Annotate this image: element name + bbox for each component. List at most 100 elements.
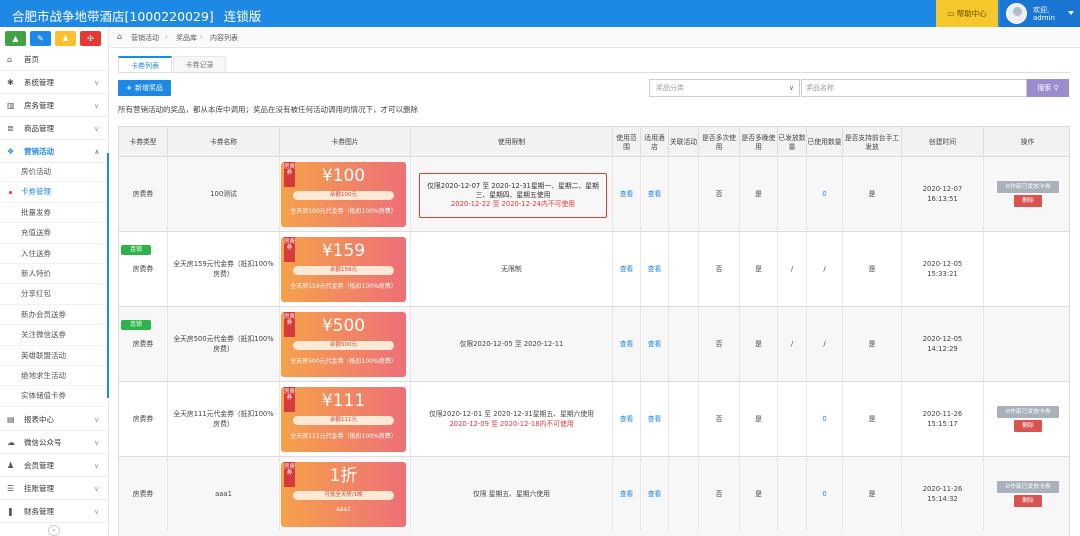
tab-coupon-records[interactable]: 卡券记录 [173, 56, 226, 73]
col-header-hotel: 适用酒店 [641, 127, 669, 158]
active-submenu-bar [107, 153, 109, 398]
cell-multi-use: 否 [699, 307, 740, 381]
user-menu[interactable]: 欢迎, admin [1000, 0, 1080, 27]
delete-button[interactable]: 删除 [1014, 420, 1042, 432]
cell-limit: 仅限2020-12-01 至 2020-12-31星期五、星期六使用 2020-1… [411, 382, 613, 456]
cell-used[interactable]: 0 [807, 157, 843, 231]
view-scope-link[interactable]: 查看 [620, 339, 634, 349]
category-select[interactable]: 奖品分类 ∨ [649, 79, 800, 97]
view-scope-link[interactable]: 查看 [620, 489, 634, 499]
sidebar-item-label: 商品管理 [24, 124, 54, 133]
sidebar-item-rooms[interactable]: ▥ 房务管理 ∨ [0, 95, 109, 117]
coupon-image: 房费券 ¥500 余额500元 全天房500元代金券（抵扣100%房费） [281, 312, 406, 377]
prize-name-input[interactable]: 奖品名称 [801, 79, 1027, 97]
sidebar-subitem[interactable]: 入住送券 [0, 244, 109, 264]
chevron-down-icon: ∨ [94, 79, 100, 87]
chevron-left-icon: « [52, 527, 56, 534]
quick-button-share[interactable]: ✣ [80, 31, 101, 46]
view-scope-link[interactable]: 查看 [620, 264, 634, 274]
gift-icon: ❖ [7, 147, 15, 156]
cell-issued: / [778, 307, 807, 381]
cell-name: aaa1 [168, 457, 280, 531]
add-prize-button[interactable]: + 新增奖品 [118, 80, 171, 96]
quick-button-users[interactable]: ♟ [55, 31, 76, 46]
sidebar-subitem[interactable]: 新办会员送券 [0, 305, 109, 326]
tab-coupon-list[interactable]: 卡券列表 [118, 56, 172, 73]
sidebar-subitem[interactable]: 批量发券 [0, 203, 109, 224]
sidebar-item-finance[interactable]: ❚ 财务管理 ∨ [0, 501, 109, 523]
coupon-balance: 余额100元 [293, 191, 394, 200]
help-center-label: 帮助中心 [956, 9, 987, 18]
notice-text: 所有营销活动的奖品，都从本库中调用；奖品在没有被任何活动调用的情况下，才可以删除 [118, 105, 418, 114]
void-issued-coupons-button[interactable]: ⊘作废已发放卡券 [997, 181, 1059, 193]
home-icon[interactable]: ⌂ [117, 32, 122, 41]
sidebar-subitem[interactable]: 绝地求生活动 [0, 366, 109, 387]
edition-label: 连锁版 [223, 9, 262, 24]
delete-button[interactable]: 删除 [1014, 495, 1042, 507]
sidebar-subitem-label: 分享红包 [21, 289, 51, 299]
created-date: 2020-12-05 [922, 260, 963, 268]
coupon-image: 房费券 ¥159 余额159元 全天房159元代金券（抵扣100%房费） [281, 237, 406, 302]
cell-multi-use: 否 [699, 232, 740, 306]
cell-manual: 是 [843, 157, 902, 231]
view-hotel-link[interactable]: 查看 [648, 489, 662, 499]
coupon-balance: 余额111元 [293, 416, 394, 425]
sidebar-subitem[interactable]: 实体储值卡券 [0, 386, 109, 407]
chevron-up-icon: ∧ [94, 148, 100, 156]
sidebar-subitem-label: 入住送券 [21, 248, 51, 258]
void-issued-coupons-button[interactable]: ⊘作废已发放卡券 [997, 406, 1059, 418]
cloud-icon: ☁ [7, 438, 15, 447]
coupon-amount: ¥500 [321, 316, 366, 336]
sidebar-subitem[interactable]: 分享红包 [0, 284, 109, 305]
sidebar-subitem[interactable]: 房价活动 [0, 162, 109, 183]
cell-multi-use: 否 [699, 157, 740, 231]
view-hotel-link[interactable]: 查看 [648, 189, 662, 199]
search-button[interactable]: 搜索 ⚲ [1027, 79, 1069, 97]
sidebar-subitem[interactable]: 关注微信送券 [0, 325, 109, 346]
delete-button[interactable]: 删除 [1014, 195, 1042, 207]
members-icon: ♟ [7, 461, 15, 470]
void-issued-coupons-button[interactable]: ⊘作废已发放卡券 [997, 481, 1059, 493]
breadcrumb-item[interactable]: 奖品库 [176, 33, 197, 43]
cell-issued [778, 382, 807, 456]
sidebar-item-marketing[interactable]: ❖ 营销活动 ∧ [0, 141, 109, 163]
chevron-down-icon: ∨ [94, 462, 100, 470]
sidebar-item-wechat[interactable]: ☁ 微信公众号 ∨ [0, 432, 109, 454]
sidebar-subitem[interactable]: 英雄联盟活动 [0, 346, 109, 366]
chain-badge: 连锁 [121, 245, 151, 255]
sidebar-item-members[interactable]: ♟ 会员管理 ∨ [0, 455, 109, 477]
view-hotel-link[interactable]: 查看 [648, 264, 662, 274]
cell-activity [669, 457, 699, 531]
pencil-icon: ✎ [37, 34, 44, 43]
sidebar-item-label: 首页 [24, 55, 39, 64]
view-scope-link[interactable]: 查看 [620, 414, 634, 424]
sidebar-item-goods[interactable]: ≣ 商品管理 ∨ [0, 118, 109, 140]
sidebar-subitem[interactable]: 充值送券 [0, 223, 109, 244]
sidebar-item-credit[interactable]: ☰ 挂账管理 ∨ [0, 478, 109, 500]
cell-used[interactable]: 0 [807, 457, 843, 531]
sidebar-item-home[interactable]: ⌂ 首页 [0, 49, 109, 71]
breadcrumb-item[interactable]: 营销活动 [131, 33, 159, 43]
view-hotel-link[interactable]: 查看 [648, 414, 662, 424]
sidebar-item-system[interactable]: ✱ 系统管理 ∨ [0, 72, 109, 94]
cell-hotel: 查看 [641, 382, 669, 456]
help-center-button[interactable]: ▭ 帮助中心 [936, 0, 998, 27]
quick-button-stats[interactable]: ▲ [5, 31, 26, 46]
sidebar-subitem[interactable]: 新人特价 [0, 264, 109, 285]
cell-used[interactable]: 0 [807, 382, 843, 456]
sidebar-item-reports[interactable]: ▤ 报表中心 ∨ [0, 409, 109, 431]
collapse-sidebar-button[interactable]: « [48, 525, 60, 536]
quick-button-edit[interactable]: ✎ [30, 31, 51, 46]
void-label: 作废已发放卡券 [1010, 184, 1051, 190]
top-bar: 合肥市战争地带酒店[1000220029] 连锁版 ▭ 帮助中心 欢迎, admin [0, 0, 1080, 27]
cell-multi-use: 否 [699, 382, 740, 456]
view-scope-link[interactable]: 查看 [620, 189, 634, 199]
created-date: 2020-11-26 [922, 410, 963, 418]
limit-exclusion: 2020-12-09 至 2020-12-18内不可使用 [449, 420, 574, 428]
sidebar-subitem-label: 充值送券 [21, 228, 51, 238]
sidebar-subitem-active[interactable]: 卡券管理 [0, 182, 109, 203]
view-hotel-link[interactable]: 查看 [648, 339, 662, 349]
chart-icon: ▤ [7, 415, 15, 424]
cell-type: 房费券 [119, 307, 168, 381]
share-icon: ✣ [87, 34, 94, 43]
